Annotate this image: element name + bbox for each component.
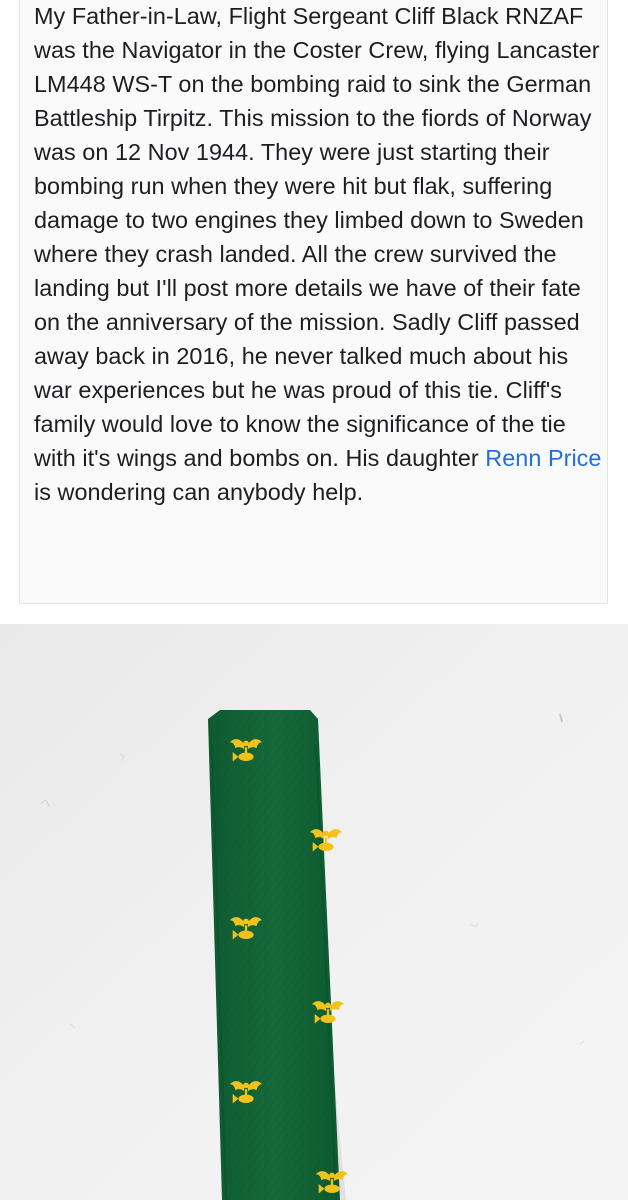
tie	[208, 710, 340, 1200]
post-body: My Father-in-Law, Flight Sergeant Cliff …	[34, 0, 606, 509]
post: My Father-in-Law, Flight Sergeant Cliff …	[0, 0, 628, 1200]
post-text-card: My Father-in-Law, Flight Sergeant Cliff …	[19, 0, 608, 604]
post-photo[interactable]	[0, 624, 628, 1200]
post-text-after-mention: is wondering can anybody help.	[34, 479, 364, 505]
mention-link[interactable]: Renn Price	[485, 445, 601, 471]
post-text-before-mention: My Father-in-Law, Flight Sergeant Cliff …	[34, 3, 600, 471]
